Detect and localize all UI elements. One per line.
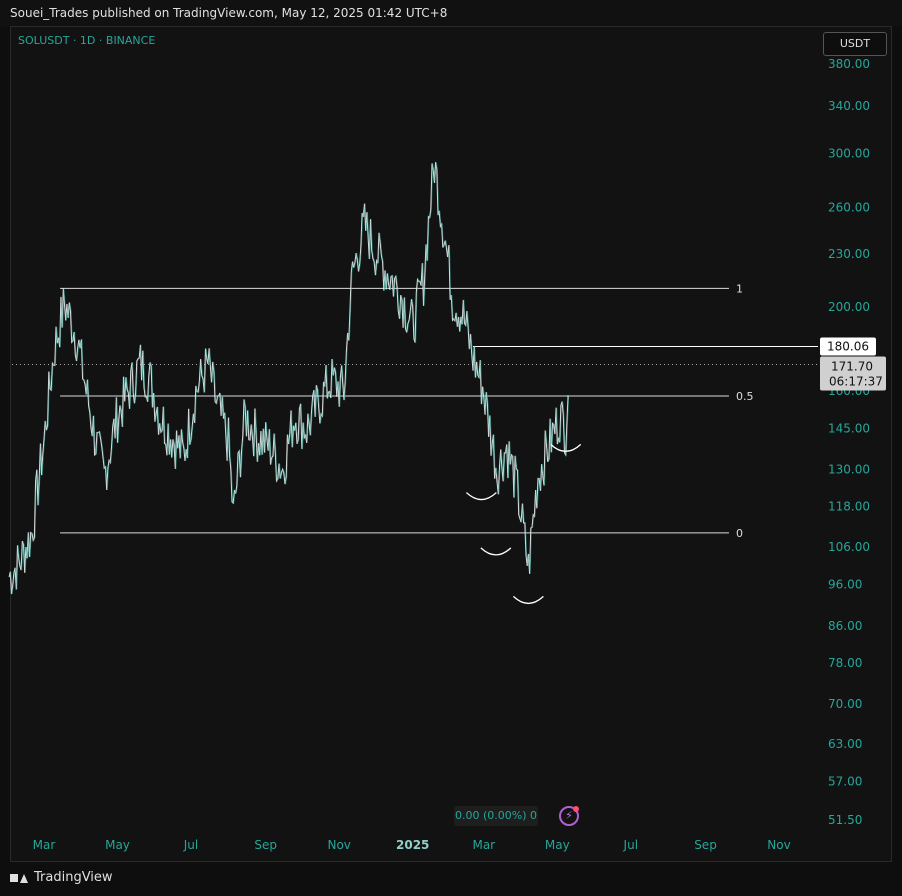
x-tick-label: May bbox=[105, 838, 130, 852]
bottom-arc-annotation bbox=[480, 547, 512, 556]
x-tick-label: 2025 bbox=[396, 838, 429, 852]
fib-level-label: 0.5 bbox=[736, 390, 754, 403]
fib-level-label: 0 bbox=[736, 527, 743, 540]
x-tick-label: Mar bbox=[472, 838, 495, 852]
y-tick-label: 145.00 bbox=[828, 421, 870, 435]
x-tick-label: Sep bbox=[254, 838, 277, 852]
price-axis: 380.00340.00300.00260.00230.00200.00160.… bbox=[828, 57, 870, 827]
countdown-label: 06:17:37 bbox=[829, 375, 883, 389]
y-tick-label: 63.00 bbox=[828, 737, 862, 751]
last-price-label: 171.70 bbox=[831, 360, 873, 374]
footer-bar bbox=[0, 862, 902, 896]
y-tick-label: 340.00 bbox=[828, 99, 870, 113]
tradingview-logo-icon bbox=[10, 872, 28, 884]
price-tags: 180.06 171.7006:17:37 bbox=[820, 337, 886, 391]
y-tick-label: 118.00 bbox=[828, 499, 870, 513]
pattern-annotations bbox=[465, 443, 582, 605]
y-tick-label: 300.00 bbox=[828, 146, 870, 160]
fib-level-label: 1 bbox=[736, 282, 743, 295]
bottom-arc-annotation bbox=[465, 492, 497, 501]
tradingview-logo[interactable]: TradingView bbox=[10, 870, 113, 885]
x-tick-label: May bbox=[545, 838, 570, 852]
change-readout: 0.00 (0.00%) 0 bbox=[454, 806, 538, 826]
bottom-arc-annotation bbox=[512, 595, 544, 605]
y-tick-label: 51.50 bbox=[828, 813, 862, 827]
price-series bbox=[8, 162, 570, 595]
x-tick-label: Mar bbox=[33, 838, 56, 852]
x-tick-label: Sep bbox=[694, 838, 717, 852]
fib-levels: 10.50 bbox=[12, 282, 818, 540]
y-tick-label: 78.00 bbox=[828, 656, 862, 670]
symbol-legend[interactable]: SOLUSDT · 1D · BINANCE bbox=[18, 34, 155, 47]
resistance-tag-label: 180.06 bbox=[827, 340, 869, 354]
y-tick-label: 86.00 bbox=[828, 619, 862, 633]
y-tick-label: 230.00 bbox=[828, 247, 870, 261]
notification-dot-icon bbox=[573, 806, 579, 812]
y-tick-label: 260.00 bbox=[828, 201, 870, 215]
y-tick-label: 70.00 bbox=[828, 697, 862, 711]
time-axis: Mar May Jul Sep Nov 2025 Mar May Jul Sep Nov bbox=[33, 838, 791, 852]
price-line bbox=[8, 162, 569, 595]
price-line-accent bbox=[9, 162, 570, 595]
price-chart[interactable]: 10.50 380.00340.00300.00260.00230.00200.… bbox=[0, 0, 902, 896]
y-tick-label: 130.00 bbox=[828, 463, 870, 477]
currency-button[interactable]: USDT bbox=[823, 32, 887, 56]
x-tick-label: Jul bbox=[623, 838, 638, 852]
y-tick-label: 96.00 bbox=[828, 577, 862, 591]
y-tick-label: 200.00 bbox=[828, 300, 870, 314]
x-tick-label: Nov bbox=[767, 838, 790, 852]
y-tick-label: 57.00 bbox=[828, 775, 862, 789]
x-tick-label: Nov bbox=[327, 838, 350, 852]
y-tick-label: 380.00 bbox=[828, 57, 870, 71]
x-tick-label: Jul bbox=[183, 838, 198, 852]
brand-label: TradingView bbox=[34, 870, 113, 885]
y-tick-label: 106.00 bbox=[828, 540, 870, 554]
